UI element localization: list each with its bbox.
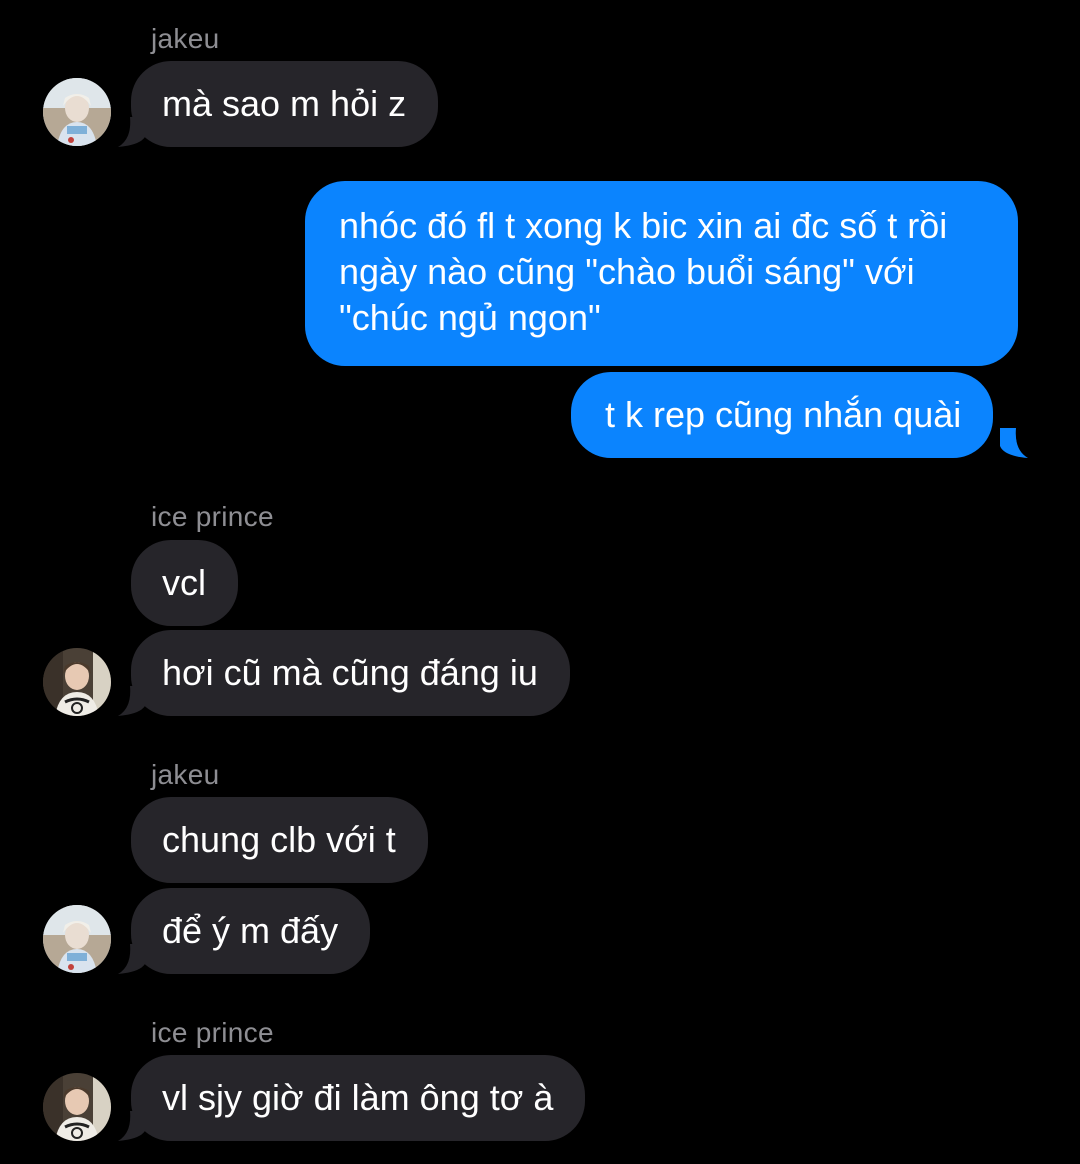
bubble-tail [118,944,146,974]
ice-prince-avatar[interactable] [43,648,111,716]
message-line: nhóc đó fl t xong k bic xin ai đc số t r… [339,205,948,246]
sender-name: ice prince [151,501,274,532]
bubble-tail [1000,428,1028,458]
ice-prince-avatar[interactable] [43,1073,111,1141]
message-bubble-incoming[interactable]: hơi cũ mà cũng đáng iu [131,630,570,716]
jakeu-avatar[interactable] [43,905,111,973]
message-line: ngày nào cũng "chào buổi sáng" với [339,251,915,292]
bubble-tail [118,1111,146,1141]
bubble-tail [118,686,146,716]
jakeu-avatar[interactable] [43,78,111,146]
message-line: "chúc ngủ ngon" [339,297,601,338]
sender-name: jakeu [151,23,220,54]
message-bubble-outgoing[interactable]: nhóc đó fl t xong k bic xin ai đc số t r… [305,181,1018,366]
bubble-tail [118,117,146,147]
message-bubble-incoming[interactable]: vl sjy giờ đi làm ông tơ à [131,1055,586,1141]
message-bubble-incoming[interactable]: vcl [131,540,238,626]
message-bubble-incoming[interactable]: để ý m đấy [131,888,371,974]
sender-name: ice prince [151,1017,274,1048]
message-bubble-incoming[interactable]: mà sao m hỏi z [131,61,439,147]
message-bubble-incoming[interactable]: chung clb với t [131,797,428,883]
sender-name: jakeu [151,759,220,790]
message-bubble-outgoing[interactable]: t k rep cũng nhắn quài [571,372,994,458]
